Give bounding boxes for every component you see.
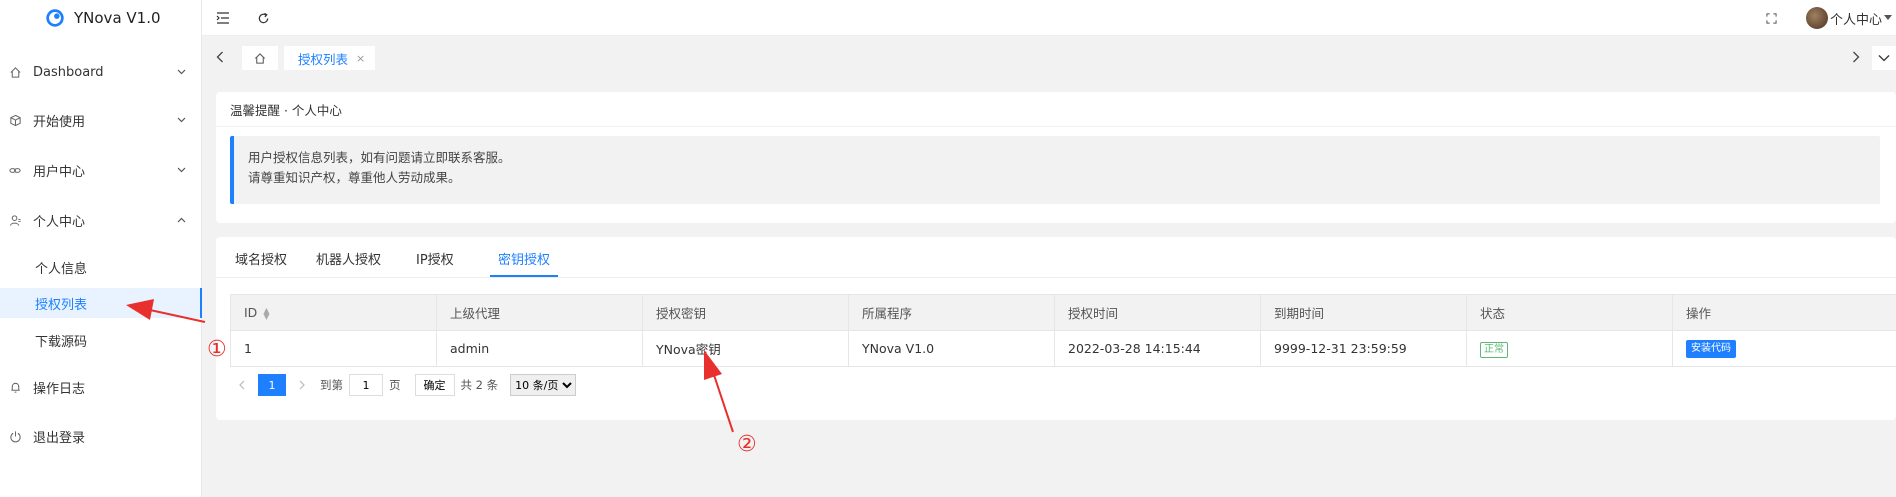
column-header: 授权时间: [1054, 294, 1261, 331]
pagination: 1 到第 页 确定 共 2 条 10 条/页: [230, 371, 577, 399]
bell-icon: [8, 380, 22, 394]
page-tab-bar: 授权列表 ×: [202, 36, 1896, 78]
home-icon: [254, 52, 266, 64]
next-page-icon[interactable]: [290, 373, 314, 397]
cell-id: 1: [230, 330, 437, 367]
notice-title: 温馨提醒 · 个人中心: [230, 103, 342, 118]
status-badge: 正常: [1480, 341, 1508, 358]
sidebar-item-label: 个人中心: [33, 214, 86, 230]
tabs-menu-button[interactable]: [1872, 46, 1896, 70]
page-unit-label: 页: [389, 378, 401, 392]
sidebar-item-logout[interactable]: 退出登录: [0, 421, 202, 451]
link-icon: [8, 163, 22, 177]
column-header-id[interactable]: ID ▲ ▼: [230, 294, 437, 331]
sidebar-subitem-personal-info[interactable]: 个人信息: [0, 252, 202, 282]
page-size-select[interactable]: 10 条/页: [510, 374, 577, 396]
cell-program: YNova V1.0: [848, 330, 1055, 367]
column-header: 所属程序: [848, 294, 1055, 331]
cell-agent: admin: [436, 330, 643, 367]
chevron-down-icon: [177, 67, 186, 78]
user-name: 个人中心: [1829, 12, 1882, 28]
chevron-down-icon: [177, 165, 186, 176]
logo-icon: [46, 9, 64, 27]
goto-page-input[interactable]: [349, 374, 383, 396]
sidebar-item-label: Dashboard: [33, 64, 104, 80]
sidebar: YNova V1.0 Dashboard 开始使用 用户中心 个人中心 个人信息…: [0, 0, 202, 497]
cube-icon: [8, 113, 22, 127]
power-icon: [8, 429, 22, 443]
column-header-label: ID: [244, 305, 258, 320]
sidebar-item-user-center[interactable]: 用户中心: [0, 155, 202, 185]
sidebar-item-dashboard[interactable]: Dashboard: [0, 57, 202, 87]
annotation-marker-two: ②: [737, 432, 757, 457]
tabs-scroll-right-icon[interactable]: [1848, 49, 1864, 65]
cell-action: 安装代码: [1672, 330, 1896, 367]
notice-card: 温馨提醒 · 个人中心 用户授权信息列表，如有问题请立即联系客服。 请尊重知识产…: [216, 92, 1896, 223]
sidebar-item-label: 用户中心: [33, 164, 86, 180]
annotation-marker-one: ①: [207, 337, 227, 362]
notice-box: 用户授权信息列表，如有问题请立即联系客服。 请尊重知识产权，尊重他人劳动成果。: [230, 136, 1880, 204]
user-menu[interactable]: 个人中心: [1805, 6, 1892, 30]
tabs-scroll-left-icon[interactable]: [212, 49, 228, 65]
cell-expire-time: 9999-12-31 23:59:59: [1260, 330, 1467, 367]
sidebar-item-label: 开始使用: [33, 114, 86, 130]
column-header: 上级代理: [436, 294, 643, 331]
home-icon: [8, 65, 22, 79]
chevron-down-icon: [177, 115, 186, 126]
column-header: 到期时间: [1260, 294, 1467, 331]
sidebar-subitem-label: 下载源码: [35, 334, 88, 350]
sidebar-item-label: 操作日志: [33, 381, 86, 397]
page-number-current[interactable]: 1: [258, 374, 286, 396]
cell-status: 正常: [1466, 330, 1673, 367]
app-title: YNova V1.0: [74, 9, 161, 27]
chevron-down-icon: [1878, 55, 1890, 62]
total-count: 共 2 条: [460, 378, 499, 392]
sidebar-subitem-auth-list[interactable]: 授权列表: [0, 288, 202, 318]
goto-label: 到第: [320, 378, 343, 392]
sidebar-item-getting-started[interactable]: 开始使用: [0, 105, 202, 135]
cell-key: YNova密钥: [642, 330, 849, 367]
column-header: 状态: [1466, 294, 1673, 331]
divider: [216, 277, 1896, 278]
prev-page-icon[interactable]: [230, 373, 254, 397]
sidebar-subitem-label: 授权列表: [35, 297, 88, 313]
home-tab[interactable]: [242, 46, 278, 70]
caret-down-icon: [1884, 13, 1892, 23]
close-icon[interactable]: ×: [356, 52, 365, 65]
tab-key-auth[interactable]: 密钥授权: [490, 245, 559, 277]
sidebar-item-operation-log[interactable]: 操作日志: [0, 372, 202, 402]
notice-line: 请尊重知识产权，尊重他人劳动成果。: [248, 170, 461, 185]
column-header: 操作: [1672, 294, 1896, 331]
column-header: 授权密钥: [642, 294, 849, 331]
tab-auth-list[interactable]: 授权列表 ×: [284, 46, 376, 70]
table-row: 1 admin YNova密钥 YNova V1.0 2022-03-28 14…: [230, 330, 1896, 367]
goto-confirm-button[interactable]: 确定: [414, 374, 455, 396]
top-header: 个人中心: [202, 0, 1896, 36]
tab-robot-auth[interactable]: 机器人授权: [316, 245, 381, 277]
auth-tabs-card: 域名授权 机器人授权 IP授权 密钥授权 ID ▲ ▼ 上级代理 授权密钥 所属程序…: [216, 237, 1896, 420]
avatar: [1805, 7, 1828, 29]
tab-label: 授权列表: [298, 51, 349, 67]
refresh-icon[interactable]: [254, 9, 272, 27]
fullscreen-icon[interactable]: [1762, 9, 1780, 27]
sidebar-item-personal-center[interactable]: 个人中心: [0, 205, 202, 235]
install-code-button[interactable]: 安装代码: [1686, 340, 1736, 358]
auth-table: ID ▲ ▼ 上级代理 授权密钥 所属程序 授权时间 到期时间 状态 操作 1 ad…: [230, 294, 1896, 367]
cell-auth-time: 2022-03-28 14:15:44: [1054, 330, 1261, 367]
table-header-row: ID ▲ ▼ 上级代理 授权密钥 所属程序 授权时间 到期时间 状态 操作: [230, 294, 1896, 331]
sidebar-subitem-download-source[interactable]: 下载源码: [0, 325, 202, 355]
user-icon: [8, 213, 22, 227]
sidebar-subitem-label: 个人信息: [35, 261, 88, 277]
chevron-up-icon: [177, 215, 186, 226]
notice-line: 用户授权信息列表，如有问题请立即联系客服。: [248, 150, 511, 165]
app-logo[interactable]: YNova V1.0: [0, 0, 201, 36]
sort-icon[interactable]: ▲ ▼: [263, 306, 269, 320]
menu-fold-icon[interactable]: [214, 9, 232, 27]
divider: [216, 126, 1896, 127]
tab-ip-auth[interactable]: IP授权: [416, 245, 454, 277]
sidebar-item-label: 退出登录: [33, 430, 86, 446]
tab-domain-auth[interactable]: 域名授权: [235, 245, 287, 277]
